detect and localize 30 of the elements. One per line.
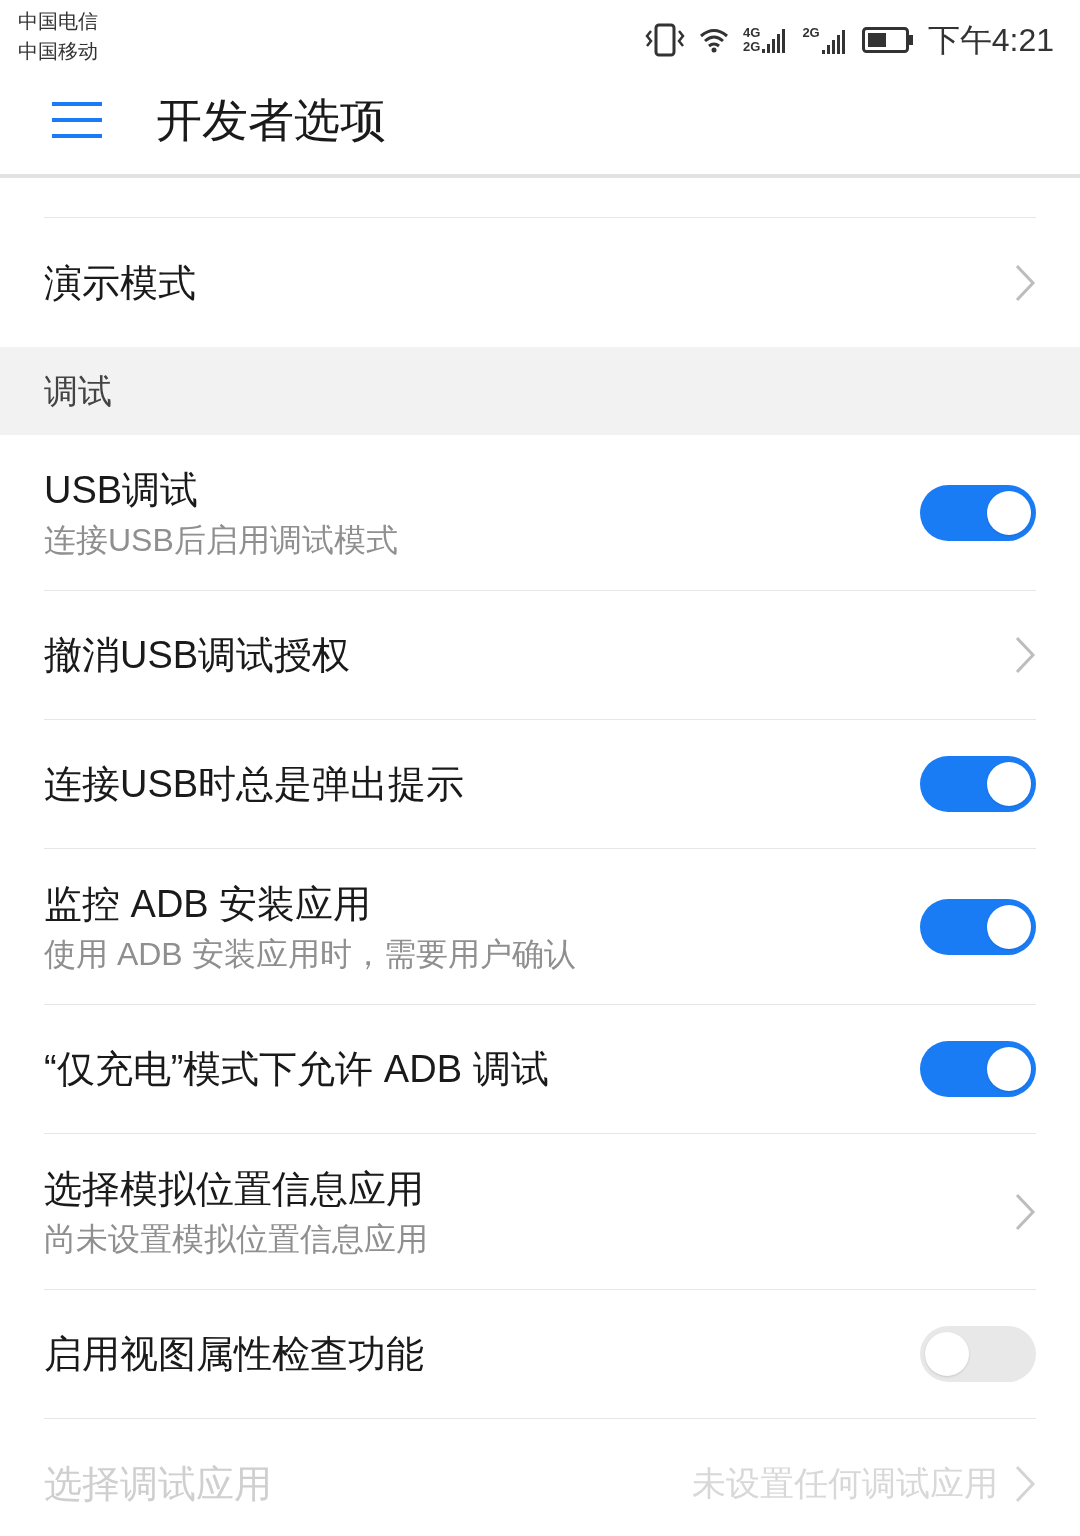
chevron-right-icon [1014, 1191, 1036, 1232]
setting-title[interactable]: USB调试 [44, 465, 904, 514]
network-label: 4G [743, 26, 761, 40]
clock: 下午4:21 [927, 21, 1054, 60]
chevron-right-icon [1014, 262, 1036, 303]
carrier-name: 中国移动 [18, 39, 98, 64]
network-label: 2G [743, 40, 761, 54]
page-title: 开发者选项 [156, 92, 386, 148]
wifi-icon [699, 27, 730, 53]
menu-icon[interactable] [52, 101, 102, 139]
setting-description: 尚未设置模拟位置信息应用 [44, 1219, 429, 1259]
setting-title[interactable]: 撤消USB调试授权 [44, 631, 998, 679]
vibrate-icon [645, 23, 686, 57]
battery-icon [861, 27, 914, 53]
toggle-switch[interactable] [920, 1326, 1036, 1382]
setting-title[interactable]: 监控 ADB 安装应用 [44, 879, 904, 928]
carrier-name: 中国电信 [18, 9, 98, 34]
network-label: 2G [802, 26, 820, 40]
chevron-right-icon [1014, 1463, 1036, 1504]
toggle-switch[interactable] [920, 1041, 1036, 1097]
setting-title[interactable]: 演示模式 [44, 258, 998, 307]
chevron-right-icon [1014, 635, 1036, 675]
setting-title[interactable]: 选择模拟位置信息应用 [44, 1164, 998, 1213]
setting-title[interactable]: 启用视图属性检查功能 [44, 1330, 904, 1378]
toggle-switch[interactable] [920, 756, 1036, 812]
setting-description: 使用 ADB 安装应用时，需要用户确认 [44, 934, 577, 974]
setting-description: 连接USB后启用调试模式 [44, 520, 399, 560]
setting-title[interactable]: 连接USB时总是弹出提示 [44, 760, 904, 808]
section-title: 调试 [44, 370, 112, 412]
setting-title[interactable]: “仅充电”模式下允许 ADB 调试 [44, 1045, 904, 1093]
